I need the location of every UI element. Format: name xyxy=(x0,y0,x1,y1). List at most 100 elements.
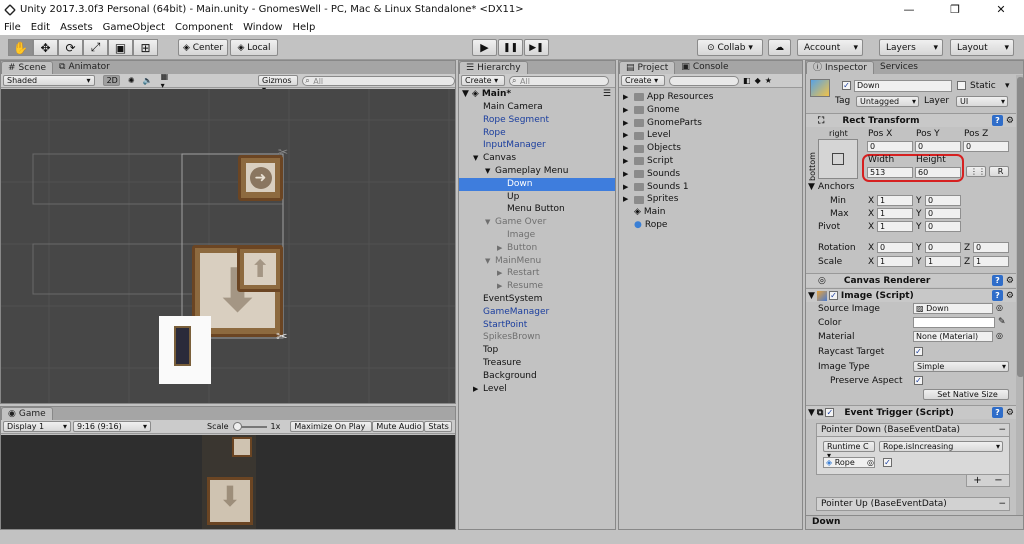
posy-field[interactable]: 0 xyxy=(915,141,961,152)
settings-gear-icon[interactable]: ⚙ xyxy=(1006,291,1014,301)
image-enabled-checkbox[interactable]: ✓ xyxy=(828,291,838,300)
game-viewport[interactable]: ⬇ xyxy=(1,435,455,529)
scene-viewport[interactable]: ➜ ⬇ ⬆ ✂ ✂ xyxy=(1,89,455,403)
hierarchy-item[interactable]: ▼ MainMenu xyxy=(459,255,615,268)
hierarchy-item[interactable]: Rope xyxy=(459,127,615,140)
hierarchy-item[interactable]: SpikesBrown xyxy=(459,331,615,344)
project-item[interactable]: ▶ GnomeParts xyxy=(619,117,802,130)
canvas-renderer-header[interactable]: ◎ Canvas Renderer ? ⚙ xyxy=(806,273,1016,287)
expand-arrow-icon[interactable]: ▶ xyxy=(623,155,631,168)
project-item[interactable]: ▶ Gnome xyxy=(619,104,802,117)
hierarchy-item[interactable]: Top xyxy=(459,344,615,357)
settings-gear-icon[interactable]: ⚙ xyxy=(1006,116,1014,126)
hierarchy-item[interactable]: Rope Segment xyxy=(459,114,615,127)
hierarchy-item[interactable]: Menu Button xyxy=(459,203,615,216)
expand-arrow-icon[interactable]: ▼ xyxy=(485,165,495,178)
help-icon[interactable]: ? xyxy=(991,290,1003,301)
target-object-field[interactable]: ◈ Rope ◎ xyxy=(823,457,875,468)
pivot-y-field[interactable]: 0 xyxy=(925,221,961,232)
hierarchy-item[interactable]: Background xyxy=(459,370,615,383)
favorite-star-icon[interactable]: ★ xyxy=(765,76,772,85)
expand-arrow-icon[interactable]: ▶ xyxy=(497,280,507,293)
minimize-button[interactable]: — xyxy=(886,0,932,19)
audio-icon[interactable]: 🔈 xyxy=(143,76,153,85)
transform-tool-icon[interactable]: ⊞ xyxy=(133,39,158,56)
object-picker-icon[interactable]: ◎ xyxy=(996,303,1003,312)
add-listener-button[interactable]: + xyxy=(973,475,981,486)
move-tool-icon[interactable]: ✥ xyxy=(33,39,58,56)
source-image-field[interactable]: ▨ Down xyxy=(913,303,993,314)
effects-icon[interactable]: ▦ ▾ xyxy=(161,72,174,90)
scale-x-field[interactable]: 1 xyxy=(877,256,913,267)
raw-edit-button[interactable]: R xyxy=(989,166,1009,177)
anchors-foldout-icon[interactable]: ▼ xyxy=(808,182,815,192)
aspect-dropdown[interactable]: 9:16 (9:16) ▾ xyxy=(73,421,151,432)
settings-gear-icon[interactable]: ⚙ xyxy=(1006,408,1014,418)
expand-arrow-icon[interactable]: ▼ xyxy=(485,255,495,268)
hierarchy-item[interactable]: Up xyxy=(459,191,615,204)
rect-transform-header[interactable]: ⛶ Rect Transform ? ⚙ xyxy=(806,113,1016,127)
hierarchy-item[interactable]: ▶ Level xyxy=(459,383,615,396)
project-item[interactable]: ▶ Sprites xyxy=(619,193,802,206)
tab-project[interactable]: ▤ Project xyxy=(619,61,676,74)
rotate-tool-icon[interactable]: ⟳ xyxy=(58,39,83,56)
hierarchy-item[interactable]: GameManager xyxy=(459,306,615,319)
menu-assets[interactable]: Assets xyxy=(60,22,93,33)
hierarchy-create-dropdown[interactable]: Create ▾ xyxy=(461,75,505,86)
static-dropdown-icon[interactable]: ▾ xyxy=(1005,81,1010,91)
rotation-z-field[interactable]: 0 xyxy=(973,242,1009,253)
object-name-input[interactable]: Down xyxy=(854,80,952,92)
image-component-header[interactable]: ▼ ✓ Image (Script) ? ⚙ xyxy=(806,288,1016,302)
anchor-min-y-field[interactable]: 0 xyxy=(925,195,961,206)
layout-dropdown[interactable]: Layout ▾ xyxy=(950,39,1014,56)
hierarchy-item[interactable]: Image xyxy=(459,229,615,242)
account-dropdown[interactable]: Account ▾ xyxy=(797,39,863,56)
anchor-presets-button[interactable] xyxy=(818,139,858,179)
method-dropdown[interactable]: Rope.isIncreasing ▾ xyxy=(879,441,1003,452)
posx-field[interactable]: 0 xyxy=(867,141,913,152)
anchor-max-y-field[interactable]: 0 xyxy=(925,208,961,219)
help-icon[interactable]: ? xyxy=(991,275,1003,286)
help-icon[interactable]: ? xyxy=(991,115,1003,126)
expand-arrow-icon[interactable]: ▶ xyxy=(623,104,631,117)
layers-dropdown[interactable]: Layers ▾ xyxy=(879,39,943,56)
scale-tool-icon[interactable]: ⤢ xyxy=(83,39,108,56)
remove-event-icon[interactable]: − xyxy=(998,498,1006,510)
expand-arrow-icon[interactable]: ▶ xyxy=(473,383,483,396)
anchor-max-x-field[interactable]: 1 xyxy=(877,208,913,219)
tab-hierarchy[interactable]: ☰ Hierarchy xyxy=(459,61,528,74)
active-checkbox[interactable]: ✓ xyxy=(842,81,851,90)
project-item[interactable]: ▶ Level xyxy=(619,129,802,142)
anchor-min-x-field[interactable]: 1 xyxy=(877,195,913,206)
project-create-dropdown[interactable]: Create ▾ xyxy=(621,75,665,86)
cloud-icon[interactable]: ☁ xyxy=(768,39,791,56)
raycast-target-checkbox[interactable]: ✓ xyxy=(914,347,923,356)
anchor-handle-icon[interactable]: ✂ xyxy=(278,145,292,159)
menu-window[interactable]: Window xyxy=(243,22,282,33)
shading-dropdown[interactable]: Shaded ▾ xyxy=(3,75,95,86)
hierarchy-item[interactable]: StartPoint xyxy=(459,319,615,332)
width-field[interactable]: 513 xyxy=(867,167,913,178)
stats-toggle[interactable]: Stats xyxy=(424,421,453,432)
hierarchy-item[interactable]: ▶ Resume xyxy=(459,280,615,293)
height-field[interactable]: 60 xyxy=(915,167,961,178)
expand-arrow-icon[interactable]: ▶ xyxy=(623,117,631,130)
tag-dropdown[interactable]: Untagged ▾ xyxy=(856,96,919,107)
rotation-x-field[interactable]: 0 xyxy=(877,242,913,253)
material-field[interactable]: None (Material) xyxy=(913,331,993,342)
hierarchy-item[interactable]: Main Camera xyxy=(459,101,615,114)
hand-tool-icon[interactable]: ✋ xyxy=(8,39,33,56)
pivot-center-button[interactable]: ◈ Center xyxy=(178,39,228,56)
object-picker-icon[interactable]: ◎ xyxy=(996,331,1003,340)
project-item[interactable]: ● Rope xyxy=(619,219,802,232)
foldout-arrow-icon[interactable]: ▼ xyxy=(808,291,815,301)
layer-dropdown[interactable]: UI ▾ xyxy=(956,96,1008,107)
hierarchy-item[interactable]: Down xyxy=(459,177,615,191)
tab-scene[interactable]: # Scene xyxy=(1,61,53,74)
menu-component[interactable]: Component xyxy=(175,22,233,33)
scale-slider[interactable] xyxy=(232,421,267,431)
bool-argument-checkbox[interactable]: ✓ xyxy=(883,458,892,467)
scale-y-field[interactable]: 1 xyxy=(925,256,961,267)
close-button[interactable]: ✕ xyxy=(978,0,1024,19)
hierarchy-item[interactable]: ▶ Button xyxy=(459,242,615,255)
